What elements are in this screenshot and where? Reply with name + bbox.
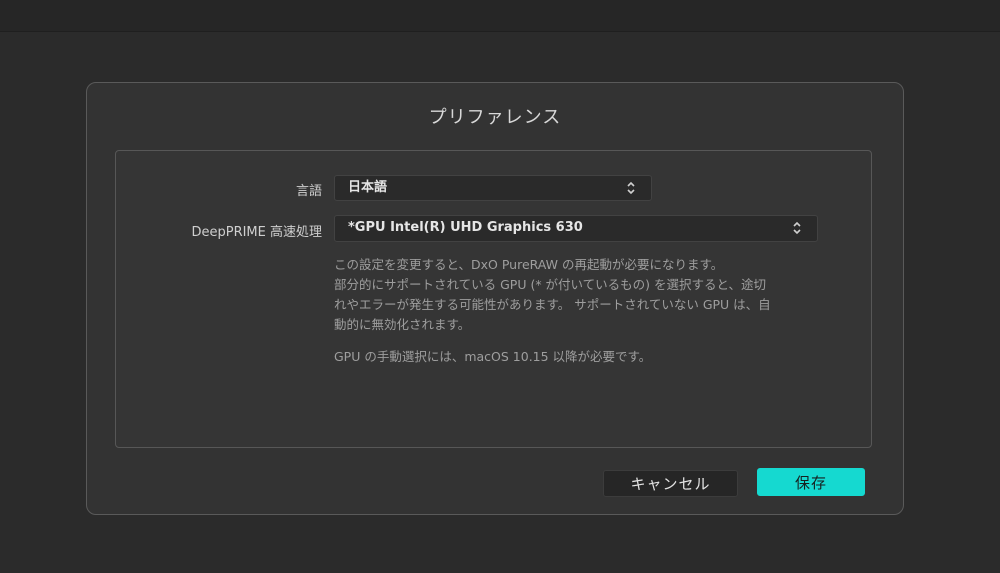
macos-note-text: GPU の手動選択には、macOS 10.15 以降が必要です。 <box>334 347 834 367</box>
restart-info-text: この設定を変更すると、DxO PureRAW の再起動が必要になります。 部分的… <box>334 255 834 335</box>
updown-chevron-icon <box>627 181 635 195</box>
deepprime-label: DeepPRIME 高速処理 <box>191 225 322 240</box>
info-line: 動的に無効化されます。 <box>334 317 471 332</box>
deepprime-gpu-select[interactable]: *GPU Intel(R) UHD Graphics 630 <box>334 215 818 242</box>
info-line: 部分的にサポートされている GPU (* が付いているもの) を選択すると、途切 <box>334 277 767 292</box>
updown-chevron-icon <box>793 221 801 235</box>
language-select-value: 日本語 <box>348 180 388 195</box>
language-label: 言語 <box>295 184 322 199</box>
dialog-title: プリファレンス <box>428 107 562 128</box>
language-select[interactable]: 日本語 <box>334 175 652 201</box>
top-bar <box>0 0 1000 32</box>
save-button[interactable]: 保存 <box>757 468 865 496</box>
deepprime-gpu-select-value: *GPU Intel(R) UHD Graphics 630 <box>348 220 583 235</box>
preferences-dialog: プリファレンス 言語 日本語 DeepPRIME 高速処理 *GPU Intel… <box>86 82 904 515</box>
info-line: れやエラーが発生する可能性があります。 サポートされていない GPU は、自 <box>334 297 771 312</box>
info-note: GPU の手動選択には、macOS 10.15 以降が必要です。 <box>334 349 652 364</box>
cancel-button[interactable]: キャンセル <box>603 470 738 497</box>
settings-panel: 言語 日本語 DeepPRIME 高速処理 *GPU Intel(R) UHD … <box>115 150 872 448</box>
info-line: この設定を変更すると、DxO PureRAW の再起動が必要になります。 <box>334 257 724 272</box>
